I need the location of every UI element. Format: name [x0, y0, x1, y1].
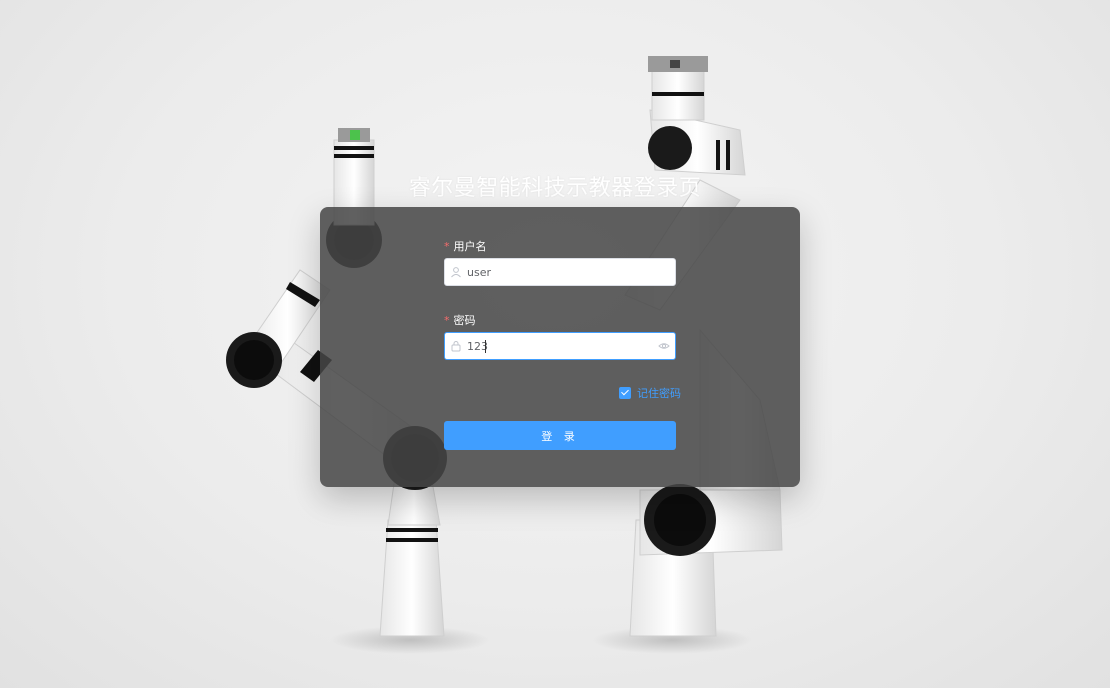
required-mark: *	[444, 314, 450, 327]
login-button[interactable]: 登 录	[444, 421, 676, 450]
remember-password-option[interactable]: 记住密码	[619, 385, 681, 401]
page-title: 睿尔曼智能科技示教器登录页	[408, 176, 702, 201]
user-icon	[445, 259, 467, 285]
text-caret	[485, 340, 486, 353]
password-input[interactable]	[467, 333, 653, 359]
username-input[interactable]	[467, 259, 675, 285]
remember-label: 记住密码	[637, 387, 681, 400]
login-page: 睿尔曼智能科技示教器登录页 *用户名 *密码	[0, 0, 1110, 688]
remember-checkbox[interactable]	[619, 387, 631, 399]
login-panel: *用户名 *密码 记住密码 登 录	[320, 207, 800, 487]
username-label-text: 用户名	[453, 240, 487, 253]
username-label: * 用户名	[444, 238, 487, 254]
username-field[interactable]	[444, 258, 676, 286]
password-label: * 密码	[444, 312, 476, 328]
required-mark: *	[444, 240, 450, 253]
lock-icon	[445, 333, 467, 359]
eye-icon[interactable]	[653, 333, 675, 359]
password-label-text: 密码	[453, 314, 476, 327]
password-field[interactable]	[444, 332, 676, 360]
